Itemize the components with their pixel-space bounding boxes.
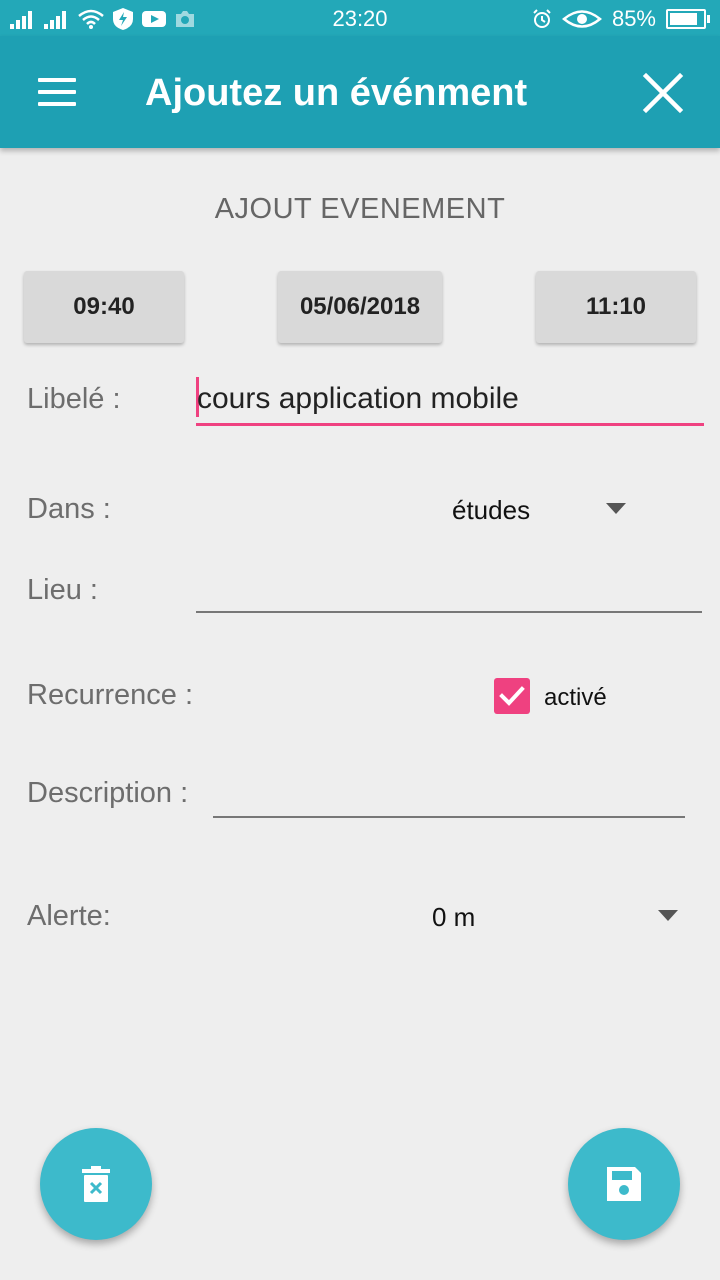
alarm-icon	[533, 9, 551, 28]
libele-underline	[196, 423, 704, 426]
lieu-field[interactable]	[196, 566, 702, 616]
date-button[interactable]: 05/06/2018	[278, 271, 442, 343]
check-icon	[499, 686, 525, 706]
end-time-button[interactable]: 11:10	[536, 271, 696, 343]
description-underline	[213, 816, 685, 818]
save-icon	[607, 1167, 641, 1201]
delete-button[interactable]	[40, 1128, 152, 1240]
menu-icon[interactable]	[38, 78, 76, 106]
libele-input-value: cours application mobile	[197, 382, 519, 415]
libele-field[interactable]: cours application mobile	[196, 374, 704, 428]
recurrence-label: Recurrence :	[27, 679, 194, 711]
recurrence-checkbox[interactable]	[494, 678, 530, 714]
lieu-label: Lieu :	[27, 574, 98, 606]
start-time-button[interactable]: 09:40	[24, 271, 184, 343]
battery-icon	[666, 9, 710, 29]
dans-label: Dans :	[27, 493, 111, 525]
app-bar: Ajoutez un événment	[0, 36, 720, 148]
alerte-dropdown[interactable]: 0 m	[420, 892, 690, 942]
recurrence-checkbox-label: activé	[544, 684, 607, 711]
dans-dropdown[interactable]: études	[440, 485, 640, 535]
libele-label: Libelé :	[27, 383, 121, 415]
chevron-down-icon	[606, 503, 626, 514]
save-button[interactable]	[568, 1128, 680, 1240]
alerte-selected-value: 0 m	[432, 902, 476, 932]
status-icons-right: 85%	[532, 6, 710, 32]
alerte-label: Alerte:	[27, 900, 111, 932]
battery-fill	[670, 13, 697, 25]
lieu-underline	[196, 611, 702, 613]
eye-icon	[561, 10, 602, 28]
dans-selected-value: études	[452, 495, 531, 525]
page-title: Ajoutez un événment	[145, 72, 528, 114]
status-bar: 23:20 85%	[0, 0, 720, 36]
chevron-down-icon	[658, 910, 678, 921]
close-icon[interactable]	[640, 70, 686, 116]
description-label: Description :	[27, 777, 189, 809]
delete-icon	[82, 1166, 110, 1202]
description-field[interactable]	[213, 770, 685, 820]
section-title: AJOUT EVENEMENT	[214, 193, 506, 225]
battery-percent: 85%	[611, 6, 656, 31]
